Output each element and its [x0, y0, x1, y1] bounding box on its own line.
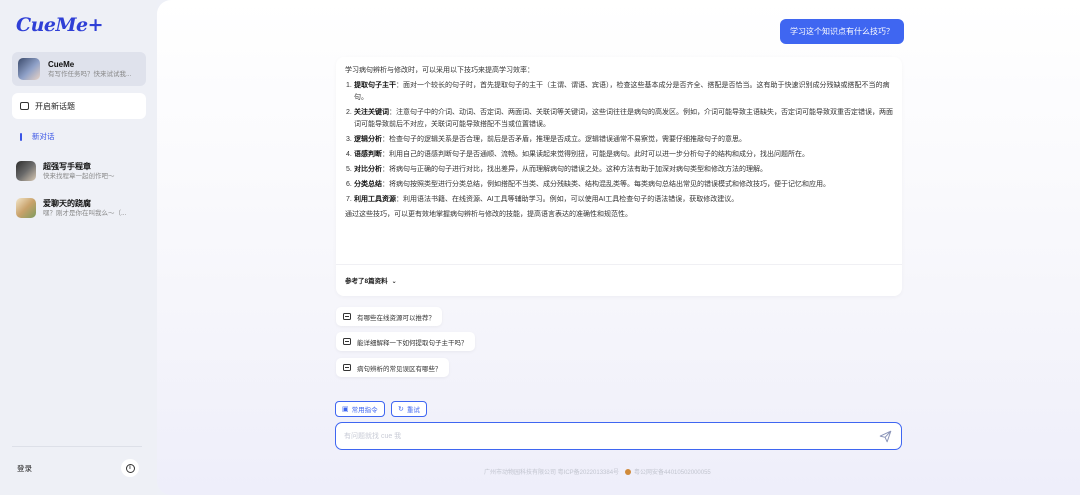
new-topic-label: 开启新话题: [35, 101, 75, 111]
item-title: 逻辑分析: [354, 136, 382, 143]
refresh-icon: ↻: [398, 406, 404, 413]
retry-label: 重试: [406, 407, 420, 414]
item-title: 对比分析: [354, 166, 382, 173]
question-icon: [343, 338, 351, 345]
answer-intro: 学习病句辨析与修改时，可以采用以下技巧来提高学习效率：: [345, 67, 534, 74]
item-title: 提取句子主干: [354, 82, 396, 89]
commands-label: 常用指令: [351, 407, 378, 414]
chat-subtitle: 快来找程章一起创作吧～: [43, 172, 115, 180]
item-number: 7.: [346, 196, 352, 203]
question-icon: [343, 313, 351, 320]
suggestion-label: 有哪些在线资源可以推荐？: [357, 314, 435, 322]
sidebar-divider: [12, 446, 142, 447]
current-conversation-label: 新对话: [32, 132, 55, 141]
item-title: 分类总结: [354, 181, 382, 188]
message-input-box[interactable]: [335, 422, 902, 450]
user-message-bubble: 学习这个知识点有什么技巧？: [780, 19, 904, 44]
suggested-question[interactable]: 病句辨析的常见误区有哪些？: [336, 358, 449, 377]
item-title: 关注关键词: [354, 109, 389, 116]
agent-card[interactable]: CueMe 有写作任务吗？快来试试我...: [12, 52, 146, 86]
item-number: 4.: [346, 151, 352, 158]
police-badge-icon: [625, 468, 632, 475]
agent-name: CueMe: [48, 59, 75, 69]
retry-button[interactable]: ↻ 重试: [391, 401, 427, 417]
avatar: [16, 161, 36, 181]
item-text: ：检查句子的逻辑关系是否合理，前后是否矛盾，推理是否成立。逻辑错误通常不易察觉，…: [382, 136, 746, 143]
chat-name: 超强写手程章: [43, 161, 91, 171]
answer-conclusion: 通过这些技巧，可以更有效地掌握病句辨析与修改的技能，提高语言表达的准确性和规范性…: [345, 211, 632, 218]
sidebar-chat-item[interactable]: 爱聊天的跷腐 嘿？刚才是你在叫我么～（...: [16, 195, 150, 221]
item-text: ：利用自己的语感判断句子是否通顺、流畅。如果读起来觉得别扭，可能是病句。此时可以…: [382, 151, 809, 158]
footer-company[interactable]: 广州市动物园科技有限公司 粤ICP备2022013384号: [484, 467, 619, 476]
references-label: 参考了8篇资料: [345, 278, 388, 285]
item-number: 2.: [346, 109, 352, 116]
send-icon[interactable]: [879, 430, 892, 443]
chat-bubble-icon: [20, 102, 29, 110]
item-text: ：将病句按照类型进行分类总结，例如搭配不当类、成分残缺类、结构混乱类等。每类病句…: [382, 181, 830, 188]
references-toggle[interactable]: 参考了8篇资料 ⌄: [345, 276, 397, 288]
suggestion-label: 病句辨析的常见误区有哪些？: [357, 365, 442, 373]
agent-subtitle: 有写作任务吗？快来试试我...: [48, 70, 132, 78]
suggested-question[interactable]: 能详细解释一下如何提取句子主干吗？: [336, 332, 475, 351]
sidebar: CueMe+ CueMe 有写作任务吗？快来试试我... 开启新话题 新对话 超…: [0, 0, 157, 495]
list-item: 2. 关注关键词：注意句子中的介词、动词、否定词、两面词、关联词等关键词，这些词…: [345, 107, 893, 131]
new-topic-button[interactable]: 开启新话题: [12, 93, 146, 119]
item-text: ：注意句子中的介词、动词、否定词、两面词、关联词等关键词，这些词往往是病句的高发…: [354, 109, 893, 128]
app-logo[interactable]: CueMe+: [16, 14, 104, 36]
active-indicator: [20, 132, 22, 141]
list-item: 7. 利用工具资源：利用语法书籍、在线资源、AI工具等辅助学习。例如，可以使用A…: [345, 194, 893, 206]
divider: [336, 264, 902, 265]
message-input[interactable]: [344, 429, 864, 443]
avatar: [18, 58, 40, 80]
item-text: ：将病句与正确的句子进行对比，找出差异，从而理解病句的错误之处。这种方法有助于加…: [382, 166, 767, 173]
item-number: 3.: [346, 136, 352, 143]
item-title: 利用工具资源: [354, 196, 396, 203]
login-link[interactable]: 登录: [17, 463, 32, 474]
answer-card: 学习病句辨析与修改时，可以采用以下技巧来提高学习效率： 1. 提取句子主干：面对…: [336, 57, 902, 296]
sidebar-item-current-conversation[interactable]: 新对话: [20, 131, 55, 142]
chevron-down-icon: ⌄: [391, 279, 397, 285]
suggested-question[interactable]: 有哪些在线资源可以推荐？: [336, 307, 442, 326]
info-icon: i: [125, 463, 135, 473]
chat-subtitle: 嘿？刚才是你在叫我么～（...: [43, 209, 127, 217]
question-icon: [343, 364, 351, 371]
suggestion-label: 能详细解释一下如何提取句子主干吗？: [357, 339, 468, 347]
commands-icon: ▣: [342, 406, 349, 413]
list-item: 1. 提取句子主干：面对一个较长的句子时，首先提取句子的主干（主谓、谓语、宾语）…: [345, 80, 893, 104]
list-item: 6. 分类总结：将病句按照类型进行分类总结，例如搭配不当类、成分残缺类、结构混乱…: [345, 179, 893, 191]
list-item: 3. 逻辑分析：检查句子的逻辑关系是否合理，前后是否矛盾，推理是否成立。逻辑错误…: [345, 134, 893, 146]
info-button[interactable]: i: [121, 459, 139, 477]
footer-police[interactable]: 粤公网安备44010502000055: [634, 467, 711, 476]
item-text: ：面对一个较长的句子时，首先提取句子的主干（主谓、谓语、宾语），检查这些基本成分…: [354, 82, 890, 101]
list-item: 4. 语感判断：利用自己的语感判断句子是否通顺、流畅。如果读起来觉得别扭，可能是…: [345, 149, 893, 161]
item-number: 1.: [346, 82, 352, 89]
item-title: 语感判断: [354, 151, 382, 158]
chat-name: 爱聊天的跷腐: [43, 198, 91, 208]
footer: 广州市动物园科技有限公司 粤ICP备2022013384号 粤公网安备44010…: [484, 467, 711, 476]
common-commands-button[interactable]: ▣ 常用指令: [335, 401, 385, 417]
item-number: 6.: [346, 181, 352, 188]
item-text: ：利用语法书籍、在线资源、AI工具等辅助学习。例如，可以使用AI工具检查句子的语…: [396, 196, 739, 203]
sidebar-chat-item[interactable]: 超强写手程章 快来找程章一起创作吧～: [16, 158, 150, 184]
list-item: 5. 对比分析：将病句与正确的句子进行对比，找出差异，从而理解病句的错误之处。这…: [345, 164, 893, 176]
item-number: 5.: [346, 166, 352, 173]
avatar: [16, 198, 36, 218]
